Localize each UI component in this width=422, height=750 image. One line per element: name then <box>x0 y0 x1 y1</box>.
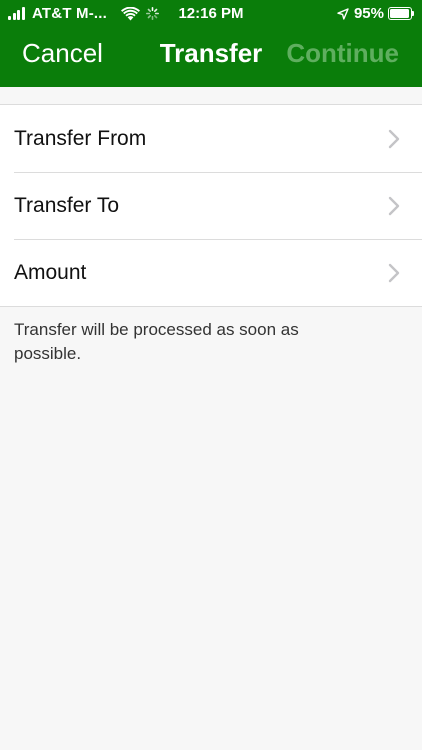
transfer-from-row[interactable]: Transfer From <box>0 105 422 172</box>
row-label: Transfer To <box>14 193 120 217</box>
processing-note: Transfer will be processed as soon as po… <box>14 320 299 363</box>
continue-button[interactable]: Continue <box>286 38 399 69</box>
status-bar: AT&T M-... 12:16 PM 95% <box>0 0 422 28</box>
cancel-button[interactable]: Cancel <box>22 38 103 69</box>
chevron-right-icon <box>388 263 400 283</box>
chevron-right-icon <box>388 196 400 216</box>
row-label: Transfer From <box>14 126 147 150</box>
chevron-right-icon <box>388 129 400 149</box>
app-header: AT&T M-... 12:16 PM 95% Cancel Transfer … <box>0 0 422 87</box>
transfer-form-list: Transfer From Transfer To Amount <box>0 104 422 307</box>
navigation-bar: Cancel Transfer Continue <box>0 28 422 80</box>
battery-icon <box>388 7 414 20</box>
transfer-to-row[interactable]: Transfer To <box>0 172 422 239</box>
row-label: Amount <box>14 260 87 284</box>
location-arrow-icon <box>337 7 349 20</box>
amount-row[interactable]: Amount <box>0 239 422 306</box>
battery-percent: 95% <box>353 5 384 22</box>
status-right: 95% <box>337 5 414 22</box>
